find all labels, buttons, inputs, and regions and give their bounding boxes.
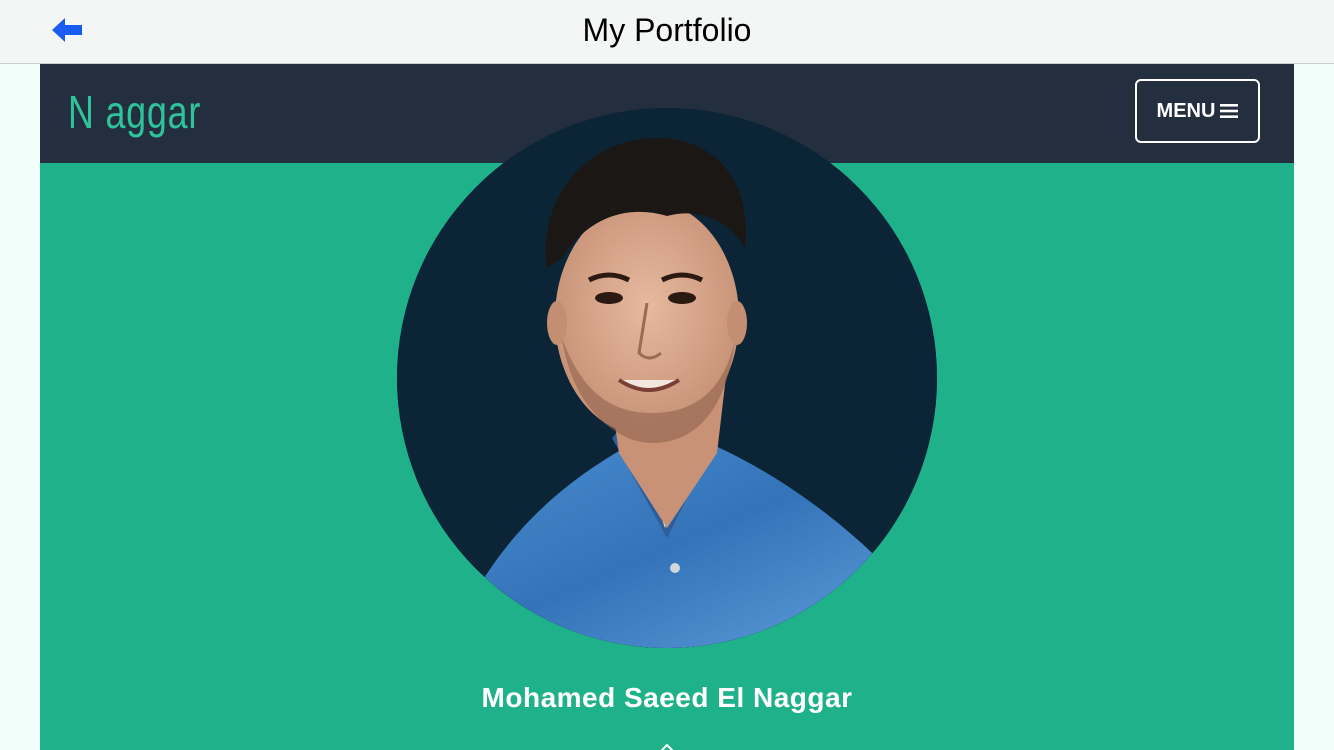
avatar	[397, 108, 937, 648]
brand-logo[interactable]: N aggar	[68, 82, 201, 142]
person-name: Mohamed Saeed El Naggar	[481, 682, 853, 713]
chevron-up-icon[interactable]	[659, 744, 675, 750]
menu-button[interactable]: MENU	[1135, 79, 1260, 143]
hamburger-icon	[1220, 104, 1239, 118]
menu-label: MENU	[1156, 99, 1216, 122]
page-title: My Portfolio	[582, 12, 752, 48]
top-navigation-bar: My Portfolio	[0, 0, 1334, 64]
portfolio-site: N aggar MENU Mohamed Saeed El Naggar	[40, 64, 1294, 750]
profile-photo	[397, 108, 937, 648]
